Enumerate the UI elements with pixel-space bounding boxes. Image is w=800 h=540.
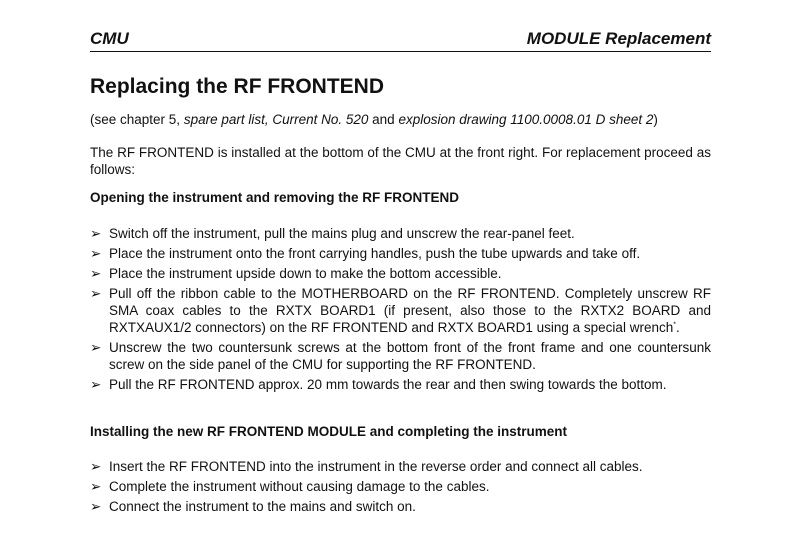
page-header: CMU MODULE Replacement <box>90 29 711 52</box>
section-heading-opening: Opening the instrument and removing the … <box>90 190 460 205</box>
reference-drawing: explosion drawing 1100.0008.01 D sheet 2 <box>398 112 654 127</box>
step-text: Place the instrument onto the front carr… <box>109 246 641 261</box>
arrow-bullet-icon: ➢ <box>90 499 102 514</box>
arrow-bullet-icon: ➢ <box>90 479 102 494</box>
intro-paragraph: The RF FRONTEND is installed at the bott… <box>90 145 711 177</box>
step-text: Unscrew the two countersunk screws at th… <box>109 340 711 372</box>
reference-line: (see chapter 5, spare part list, Current… <box>90 111 711 128</box>
page-title: Replacing the RF FRONTEND <box>90 75 385 98</box>
step-text: Insert the RF FRONTEND into the instrume… <box>109 459 643 474</box>
step-text: Pull off the ribbon cable to the MOTHERB… <box>109 286 711 335</box>
arrow-bullet-icon: ➢ <box>90 286 102 301</box>
arrow-bullet-icon: ➢ <box>90 340 102 355</box>
step-text: Complete the instrument without causing … <box>109 479 490 494</box>
step-text: Place the instrument upside down to make… <box>109 266 502 281</box>
arrow-bullet-icon: ➢ <box>90 226 102 241</box>
list-item: ➢ Switch off the instrument, pull the ma… <box>90 225 711 242</box>
list-item: ➢ Place the instrument onto the front ca… <box>90 245 711 262</box>
arrow-bullet-icon: ➢ <box>90 459 102 474</box>
list-item: ➢ Pull the RF FRONTEND approx. 20 mm tow… <box>90 376 711 393</box>
reference-and: and <box>368 112 399 127</box>
reference-spare-list: spare part list, Current No. 520 <box>183 112 369 127</box>
reference-prefix: (see chapter 5, <box>90 112 184 127</box>
list-item: ➢ Pull off the ribbon cable to the MOTHE… <box>90 285 711 336</box>
list-item: ➢ Complete the instrument without causin… <box>90 478 711 495</box>
list-item: ➢ Place the instrument upside down to ma… <box>90 265 711 282</box>
section-heading-installing: Installing the new RF FRONTEND MODULE an… <box>90 424 568 439</box>
document-page: CMU MODULE Replacement Replacing the RF … <box>0 0 800 540</box>
step-end-punctuation: . <box>675 320 680 335</box>
step-text: Connect the instrument to the mains and … <box>109 499 416 514</box>
arrow-bullet-icon: ➢ <box>90 266 102 281</box>
list-item: ➢ Insert the RF FRONTEND into the instru… <box>90 458 711 475</box>
list-item: ➢ Connect the instrument to the mains an… <box>90 498 711 515</box>
step-text: Pull the RF FRONTEND approx. 20 mm towar… <box>109 377 667 392</box>
header-product-name: CMU <box>90 29 129 48</box>
arrow-bullet-icon: ➢ <box>90 377 102 392</box>
list-item: ➢ Unscrew the two countersunk screws at … <box>90 339 711 373</box>
header-chapter-title: MODULE Replacement <box>526 29 711 48</box>
steps-list-opening: ➢ Switch off the instrument, pull the ma… <box>90 225 711 396</box>
step-text: Switch off the instrument, pull the main… <box>109 226 575 241</box>
reference-suffix: ) <box>653 112 658 127</box>
arrow-bullet-icon: ➢ <box>90 246 102 261</box>
steps-list-installing: ➢ Insert the RF FRONTEND into the instru… <box>90 458 711 518</box>
